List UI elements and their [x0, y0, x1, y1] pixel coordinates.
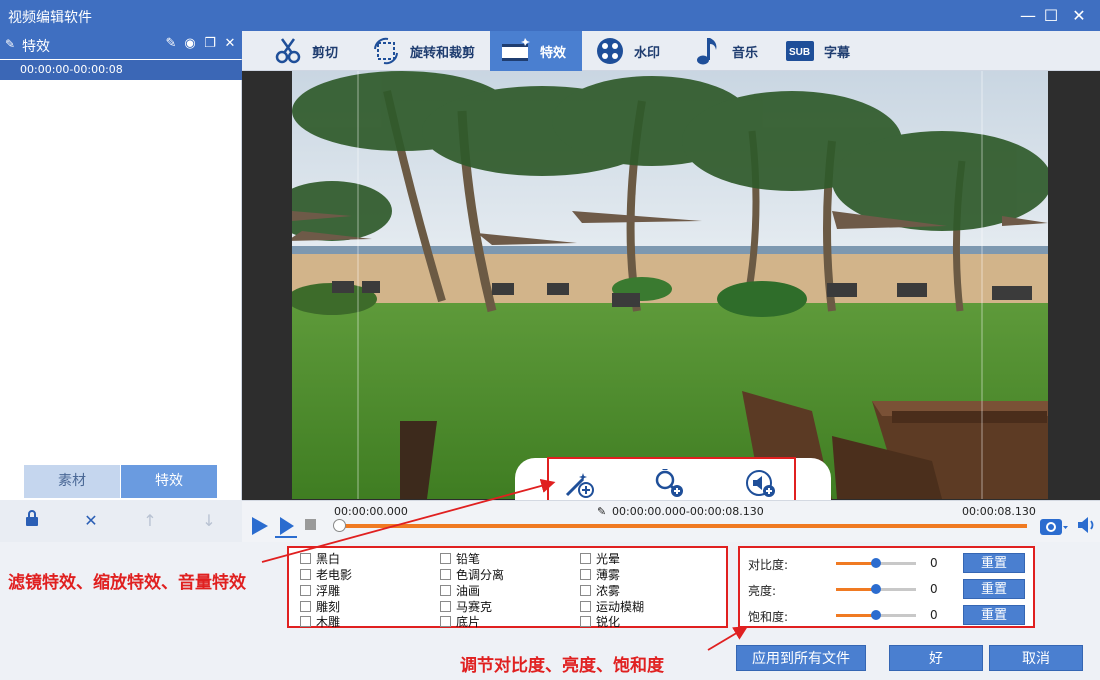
filters-annotation: 滤镜特效、缩放特效、音量特效 [8, 573, 246, 593]
adjust-annotation: 调节对比度、亮度、饱和度 [460, 656, 664, 676]
